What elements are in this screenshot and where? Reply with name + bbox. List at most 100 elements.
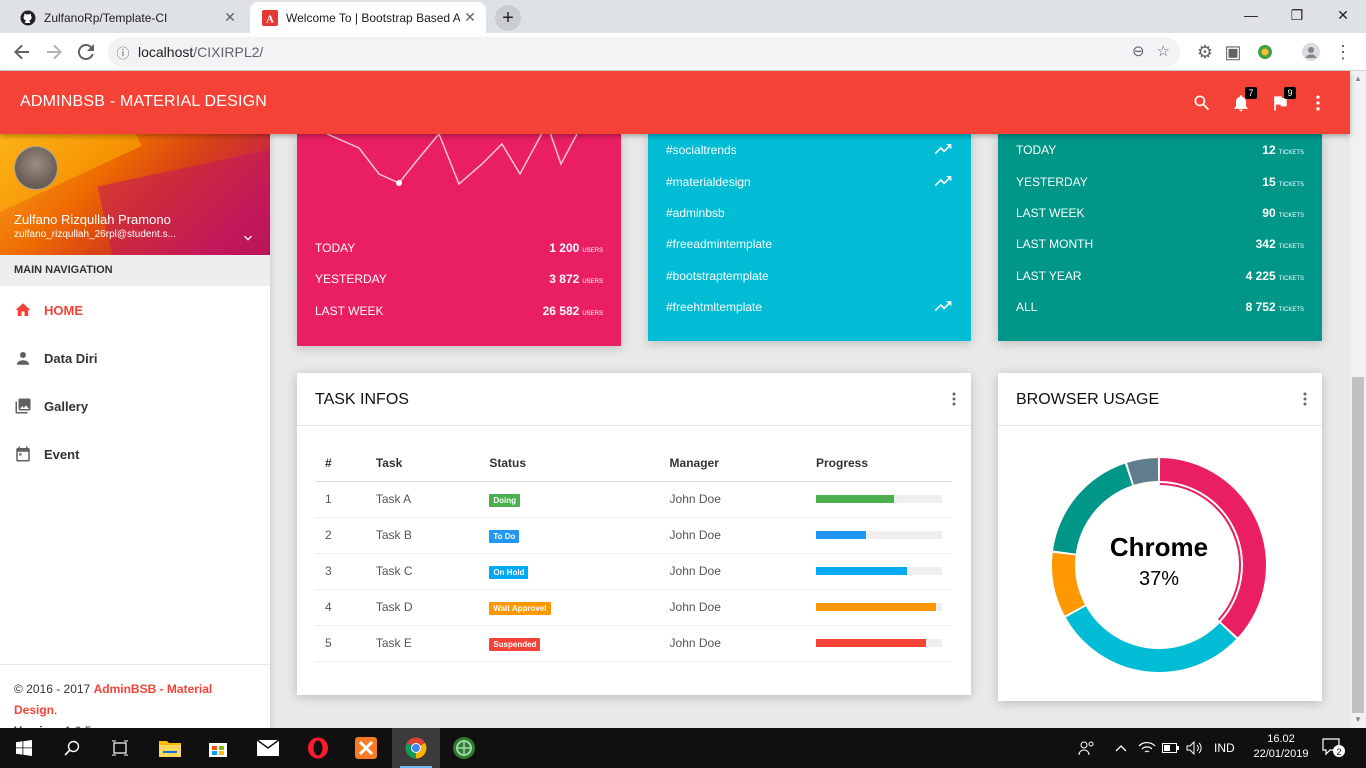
- chevron-up-icon[interactable]: [1115, 728, 1127, 768]
- scrollbar-thumb[interactable]: [1352, 377, 1364, 713]
- donut-slice-firefox[interactable]: [1065, 606, 1237, 672]
- back-icon[interactable]: [11, 41, 33, 63]
- visitor-row: TODAY 1 200 USERS: [315, 240, 603, 255]
- close-tab-icon[interactable]: ✕: [220, 9, 240, 26]
- hashtag-row[interactable]: #socialtrends: [648, 134, 971, 165]
- clock-date: 22/01/2019: [1253, 748, 1309, 760]
- info-icon[interactable]: ⓘ: [108, 43, 138, 62]
- app-icon[interactable]: [440, 728, 488, 768]
- progress-bar: [816, 495, 942, 503]
- restore-icon[interactable]: ❐: [1274, 0, 1320, 30]
- battery-icon[interactable]: [1162, 728, 1180, 768]
- extension-icon[interactable]: [1254, 41, 1276, 63]
- tickets-card: TODAY 12 TICKETS YESTERDAY 15 TICKETS LAST…: [998, 134, 1322, 341]
- task-name: Task C: [365, 553, 480, 590]
- hashtag-row[interactable]: #bootstraptemplate: [648, 260, 971, 291]
- card-title: TASK INFOS: [315, 391, 409, 408]
- wifi-icon[interactable]: [1138, 728, 1156, 768]
- donut-center-label: Chrome: [1110, 532, 1208, 562]
- page-scrollbar[interactable]: ▲ ▼: [1350, 71, 1366, 728]
- language-indicator[interactable]: IND: [1214, 728, 1235, 768]
- xampp-icon[interactable]: [342, 728, 390, 768]
- ticket-row: LAST MONTH 342 TICKETS: [1016, 236, 1304, 251]
- sidebar-item-event[interactable]: Event: [0, 430, 270, 478]
- more-vert-icon[interactable]: [1302, 391, 1308, 407]
- browser-tab-adminbsb[interactable]: A Welcome To | Bootstrap Based Ad ✕: [250, 2, 486, 33]
- task-view-icon[interactable]: [96, 728, 144, 768]
- chevron-down-icon[interactable]: [240, 230, 256, 246]
- adminbsb-icon: A: [262, 9, 278, 26]
- task-number: 1: [315, 481, 366, 518]
- home-icon: [14, 301, 32, 319]
- address-bar[interactable]: ⓘ localhost/CIXIRPL2/ ⊖ ☆: [108, 37, 1180, 67]
- hashtag-row[interactable]: #materialdesign: [648, 166, 971, 197]
- card-title: BROWSER USAGE: [1016, 391, 1160, 408]
- sidebar-item-home[interactable]: HOME: [0, 286, 270, 334]
- zoom-icon[interactable]: ⊖: [1132, 42, 1145, 60]
- flag-icon[interactable]: 9: [1268, 87, 1296, 115]
- browser-tab-github[interactable]: ZulfanoRp/Template-CI ✕: [8, 2, 246, 33]
- donut-slice-safari[interactable]: [1052, 552, 1085, 616]
- opera-icon[interactable]: [294, 728, 342, 768]
- column-header: #: [315, 445, 366, 482]
- extension-icon[interactable]: ⚙: [1194, 41, 1216, 63]
- search-icon[interactable]: [1190, 91, 1214, 115]
- tab-title: ZulfanoRp/Template-CI: [44, 10, 168, 25]
- brand-title[interactable]: ADMINBSB - MATERIAL DESIGN: [20, 93, 267, 111]
- close-window-icon[interactable]: ✕: [1320, 0, 1366, 30]
- action-center-badge: 2: [1336, 747, 1341, 757]
- close-tab-icon[interactable]: ✕: [460, 9, 480, 26]
- progress-bar: [816, 603, 942, 611]
- chrome-menu-icon[interactable]: ⋮: [1332, 41, 1354, 63]
- file-explorer-icon[interactable]: [146, 728, 194, 768]
- profile-icon[interactable]: [1300, 41, 1322, 63]
- hashtag-row[interactable]: #freeadmintemplate: [648, 228, 971, 259]
- avatar[interactable]: [14, 146, 58, 190]
- browser-usage-card: BROWSER USAGE Chrome 37%: [998, 373, 1322, 701]
- reload-icon[interactable]: [75, 41, 97, 63]
- bookmark-star-icon[interactable]: ☆: [1157, 42, 1170, 60]
- donut-slice-other[interactable]: [1127, 458, 1159, 485]
- sidebar-item-gallery[interactable]: Gallery: [0, 382, 270, 430]
- volume-icon[interactable]: [1186, 728, 1204, 768]
- search-icon[interactable]: [48, 728, 96, 768]
- more-vert-icon[interactable]: [1306, 91, 1330, 115]
- scroll-up-icon[interactable]: ▲: [1350, 71, 1366, 87]
- scroll-down-icon[interactable]: ▼: [1350, 712, 1366, 728]
- store-icon[interactable]: [194, 728, 242, 768]
- hashtag-row[interactable]: #adminbsb: [648, 197, 971, 228]
- forward-icon[interactable]: [43, 41, 65, 63]
- visitors-card: TODAY 1 200 USERS YESTERDAY 3 872 USERS LA…: [297, 134, 621, 346]
- menu-header: MAIN NAVIGATION: [0, 255, 270, 286]
- tasks-table: # Task Status Manager Progress 1 Task A Do…: [315, 445, 952, 662]
- clock[interactable]: 16.02 22/01/2019: [1248, 732, 1314, 762]
- trending-up-icon: [934, 143, 952, 154]
- column-header: Progress: [806, 445, 952, 482]
- visitor-row: LAST WEEK 26 582 USERS: [315, 303, 603, 318]
- status-badge: To Do: [489, 529, 520, 543]
- windows-start-icon[interactable]: [0, 728, 48, 768]
- task-status-cell: Suspended: [479, 625, 660, 662]
- trending-up-icon: [934, 175, 952, 186]
- progress-bar-fill: [816, 531, 867, 539]
- calendar-icon: [14, 445, 32, 463]
- task-progress-cell: [806, 481, 952, 518]
- minimize-icon[interactable]: —: [1228, 0, 1274, 30]
- sidebar-item-data-diri[interactable]: Data Diri: [0, 334, 270, 382]
- ticket-row: YESTERDAY 15 TICKETS: [1016, 174, 1304, 189]
- user-name: Zulfano Rizqullah Pramono: [14, 212, 171, 227]
- task-manager: John Doe: [659, 481, 806, 518]
- task-number: 3: [315, 553, 366, 590]
- hashtag-row[interactable]: #freehtmltemplate: [648, 291, 971, 322]
- chrome-taskbar-icon[interactable]: [392, 728, 440, 768]
- task-name: Task B: [365, 517, 480, 554]
- more-vert-icon[interactable]: [951, 391, 957, 407]
- mail-icon[interactable]: [244, 728, 292, 768]
- copyright-text: © 2016 - 2017: [14, 682, 91, 696]
- notifications-icon[interactable]: 7: [1229, 87, 1257, 115]
- extension-icon[interactable]: ▣: [1222, 41, 1244, 63]
- task-number: 4: [315, 589, 366, 626]
- new-tab-button[interactable]: +: [495, 5, 521, 31]
- action-center-icon[interactable]: 2: [1322, 728, 1346, 768]
- people-icon[interactable]: [1078, 728, 1096, 768]
